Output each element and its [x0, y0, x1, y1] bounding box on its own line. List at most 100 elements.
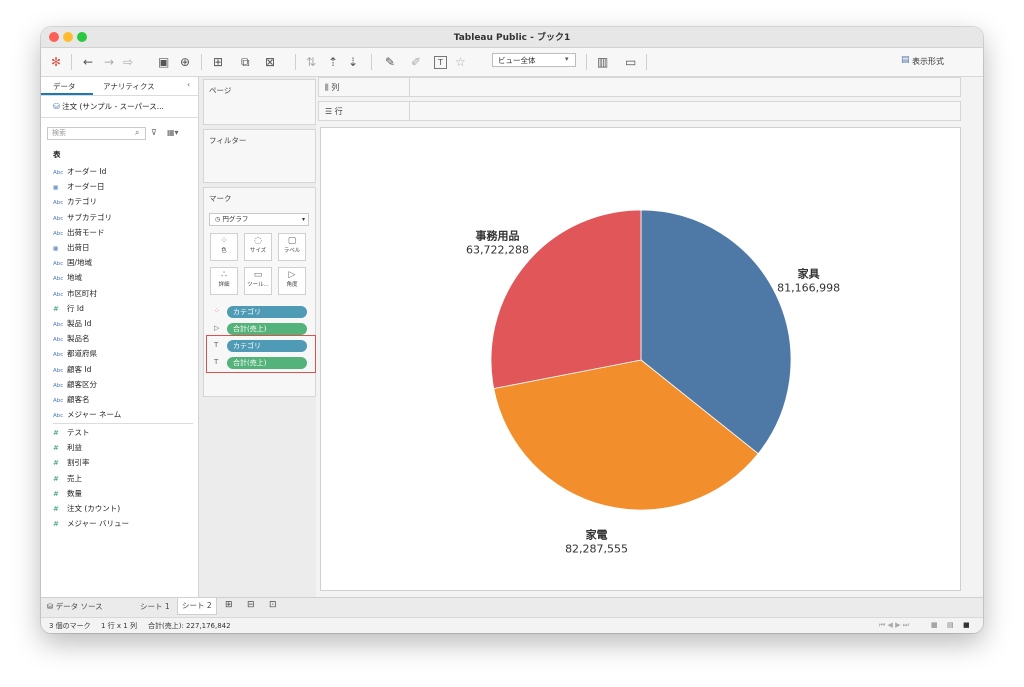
- view-canvas[interactable]: 家具 81,166,998 家電 82,287,555 事務用品 63,722,288: [320, 127, 961, 591]
- app-window: Tableau Public - ブック1 ✻ ← → ⇨ ▣ ⊕ ⊞ ⧉ ⊠ …: [41, 27, 983, 633]
- collapse-pane-icon[interactable]: ‹: [187, 80, 190, 89]
- rows-shelf[interactable]: ☰ 行: [318, 101, 961, 121]
- clear-sheet-icon[interactable]: ⊠: [265, 54, 275, 70]
- datasource-tab[interactable]: ⛁ データ ソース: [47, 601, 103, 612]
- new-worksheet-icon[interactable]: ⊞: [225, 600, 233, 610]
- field-label: 製品 Id: [67, 319, 92, 328]
- field-label: 注文 (カウント): [67, 504, 121, 513]
- field-item[interactable]: # 注文 (カウント): [53, 503, 120, 514]
- field-item[interactable]: Abc 顧客区分: [53, 379, 97, 390]
- undo-icon[interactable]: ←: [83, 54, 93, 70]
- field-label: カテゴリ: [67, 197, 97, 207]
- film-view-icon[interactable]: ■: [963, 621, 970, 629]
- presentation-icon[interactable]: ▭: [625, 54, 636, 70]
- show-me-button[interactable]: 表示形式: [912, 56, 944, 67]
- new-sheet-icon[interactable]: ⊞: [213, 54, 223, 70]
- tab-sheet-2[interactable]: シート 2: [177, 598, 217, 615]
- columns-shelf[interactable]: ⫼ 列: [318, 77, 961, 97]
- replay-icon[interactable]: ⇨: [123, 54, 133, 70]
- field-item[interactable]: Abc 製品 Id: [53, 318, 91, 329]
- new-story-icon[interactable]: ⊡: [269, 600, 277, 610]
- redo-icon[interactable]: →: [104, 54, 114, 70]
- pill-color[interactable]: カテゴリ: [227, 306, 307, 318]
- detail-icon: ∴: [221, 270, 227, 280]
- field-item[interactable]: # テスト: [53, 427, 90, 438]
- tableau-logo-icon[interactable]: ✻: [51, 54, 61, 70]
- field-item[interactable]: Abc 顧客 Id: [53, 364, 91, 375]
- view-size-select[interactable]: ビュー全体: [492, 53, 576, 67]
- field-label: 顧客 Id: [67, 364, 92, 374]
- new-datasource-icon[interactable]: ⊕: [180, 54, 190, 70]
- angle-button[interactable]: ▷ 角度: [278, 267, 306, 295]
- angle-icon: ▷: [288, 270, 296, 280]
- field-label: テスト: [67, 428, 90, 437]
- swap-icon[interactable]: ⇅: [306, 54, 316, 70]
- sort-ascending-icon[interactable]: ⇡: [328, 54, 338, 70]
- tab-analytics[interactable]: アナリティクス: [103, 81, 155, 92]
- field-label: 国/地域: [67, 258, 93, 268]
- field-item[interactable]: Abc 顧客名: [53, 394, 90, 405]
- field-item[interactable]: # 利益: [53, 442, 82, 453]
- status-sum: 合計(売上): 227,176,842: [148, 622, 231, 630]
- data-source-item[interactable]: ⛁ 注文 (サンプル - スーパース...: [53, 101, 164, 112]
- field-label: 行 Id: [67, 303, 84, 313]
- slice-value: 63,722,288: [466, 244, 529, 257]
- color-button[interactable]: ⁘ 色: [210, 233, 238, 261]
- search-input[interactable]: 検索: [47, 127, 146, 140]
- field-item[interactable]: Abc 市区町村: [53, 288, 97, 299]
- field-item[interactable]: Abc 地域: [53, 272, 82, 283]
- grid-view-icon[interactable]: ▦: [931, 621, 938, 629]
- field-label: 割引率: [67, 458, 90, 468]
- tooltip-button[interactable]: ▭ ツール...: [244, 267, 272, 295]
- field-label: 製品名: [67, 334, 90, 344]
- label-icon: ▢: [287, 236, 297, 246]
- angle-icon: ▷: [214, 324, 220, 332]
- field-item[interactable]: ▦ 出荷日: [53, 242, 90, 253]
- view-options-icon[interactable]: ▦▾: [167, 128, 179, 137]
- mark-type-select[interactable]: ◷ 円グラフ ▾: [209, 213, 309, 226]
- measure-icon: #: [53, 489, 59, 498]
- pie-chart[interactable]: 家具81,166,998 家電82,287,555 事務用品63,722,288: [321, 128, 960, 590]
- field-item[interactable]: Abc カテゴリ: [53, 196, 97, 207]
- tab-sheet-1[interactable]: シート 1: [140, 601, 170, 612]
- show-labels-icon[interactable]: T: [434, 56, 447, 69]
- search-icon: ⌕: [135, 128, 140, 137]
- field-label: 地域: [67, 273, 82, 283]
- pages-card[interactable]: ページ: [203, 79, 316, 125]
- list-view-icon[interactable]: ▤: [947, 621, 954, 629]
- measure-icon: #: [53, 444, 59, 453]
- filter-icon[interactable]: ⊽: [151, 128, 157, 137]
- pin-icon[interactable]: ☆: [455, 54, 466, 70]
- field-item[interactable]: Abc 国/地域: [53, 257, 92, 268]
- slice-label: 家具: [798, 266, 820, 280]
- field-item[interactable]: # 売上: [53, 473, 82, 484]
- field-item[interactable]: # メジャー バリュー: [53, 518, 129, 529]
- detail-button[interactable]: ∴ 詳細: [210, 267, 238, 295]
- field-item[interactable]: # 割引率: [53, 457, 90, 468]
- size-button[interactable]: ◌ サイズ: [244, 233, 272, 261]
- field-item[interactable]: Abc サブカテゴリ: [53, 212, 112, 223]
- field-item[interactable]: # 行 Id: [53, 303, 84, 314]
- save-icon[interactable]: ▣: [158, 54, 169, 70]
- status-bar: 3 個のマーク 1 行 x 1 列 合計(売上): 227,176,842 ⏮ …: [41, 617, 983, 633]
- field-item[interactable]: Abc オーダー Id: [53, 166, 106, 177]
- group-icon[interactable]: ✐: [411, 54, 421, 70]
- label-button[interactable]: ▢ ラベル: [278, 233, 306, 261]
- database-icon: ⛁: [47, 602, 56, 611]
- filters-card[interactable]: フィルター: [203, 129, 316, 183]
- pill-angle[interactable]: 合計(売上): [227, 323, 307, 335]
- field-item[interactable]: ▦ オーダー日: [53, 181, 105, 192]
- new-dashboard-icon[interactable]: ⊟: [247, 600, 255, 610]
- field-item[interactable]: Abc 製品名: [53, 333, 90, 344]
- highlight-icon[interactable]: ✎: [385, 54, 395, 70]
- field-item[interactable]: Abc 出荷モード: [53, 227, 105, 238]
- color-icon: ⁘: [214, 307, 220, 315]
- tab-data[interactable]: データ: [53, 81, 76, 92]
- fit-icon[interactable]: ▥: [597, 54, 608, 70]
- field-item[interactable]: # 数量: [53, 488, 82, 499]
- sort-descending-icon[interactable]: ⇣: [348, 54, 358, 70]
- field-item[interactable]: Abc 都道府県: [53, 348, 97, 359]
- field-item[interactable]: Abc メジャー ネーム: [53, 409, 121, 420]
- duplicate-sheet-icon[interactable]: ⧉: [241, 54, 250, 70]
- page-nav-icon[interactable]: ⏮ ◀ ▶ ⏭: [879, 621, 909, 630]
